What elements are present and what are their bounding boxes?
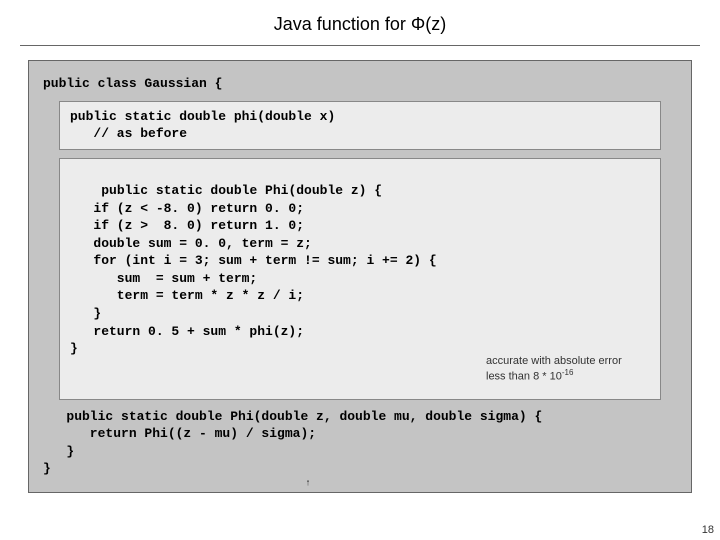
annotation-line-1: accurate with absolute error [486, 355, 622, 367]
class-declaration: public class Gaussian { [43, 75, 677, 93]
accuracy-annotation: accurate with absolute error less than 8… [486, 355, 646, 385]
code-text: public static double Phi(double z) { if … [70, 183, 437, 356]
code-block-phi-uppercase: public static double Phi(double z) { if … [59, 158, 661, 400]
annotation-exponent: -16 [562, 368, 574, 377]
code-block-phi-overload: public static double Phi(double z, doubl… [43, 408, 677, 461]
class-close-brace: } [43, 460, 677, 478]
code-block-phi-lowercase: public static double phi(double x) // as… [59, 101, 661, 150]
annotation-line-2a: less than 8 * 10 [486, 371, 562, 383]
code-container: public class Gaussian { public static do… [28, 60, 692, 493]
slide-title: Java function for Φ(z) [0, 0, 720, 41]
title-underline [20, 45, 700, 46]
page-number: 18 [702, 524, 714, 536]
